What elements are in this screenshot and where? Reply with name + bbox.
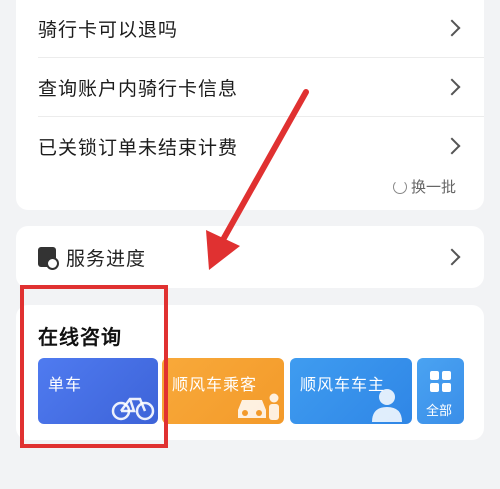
faq-item-billing[interactable]: 已关锁订单未结束计费 bbox=[16, 117, 484, 175]
faq-item-card-info[interactable]: 查询账户内骑行卡信息 bbox=[16, 58, 484, 116]
faq-item-label: 已关锁订单未结束计费 bbox=[38, 136, 239, 159]
faq-item-label: 骑行卡可以退吗 bbox=[38, 18, 179, 41]
document-icon bbox=[38, 247, 59, 270]
faq-item-label: 查询账户内骑行卡信息 bbox=[38, 77, 239, 100]
service-progress-row[interactable]: 服务进度 bbox=[16, 226, 484, 288]
faq-card: 骑行卡可以退吗 查询账户内骑行卡信息 已关锁订单未结束计费 换一批 bbox=[16, 0, 484, 210]
service-progress-label: 服务进度 bbox=[66, 248, 147, 270]
chevron-right-icon bbox=[443, 19, 461, 37]
tile-carpool-passenger[interactable]: 顺风车乘客 bbox=[162, 358, 284, 424]
grid-icon bbox=[430, 371, 452, 393]
chevron-right-icon bbox=[443, 78, 461, 96]
person-icon bbox=[372, 389, 402, 422]
chevron-right-icon bbox=[443, 248, 461, 266]
annotation-highlight-box bbox=[20, 285, 168, 448]
refresh-label: 换一批 bbox=[410, 178, 456, 196]
car-passenger-icon bbox=[238, 393, 279, 420]
tile-label: 全部 bbox=[426, 404, 453, 419]
refresh-button[interactable]: 换一批 bbox=[392, 176, 456, 197]
tile-carpool-driver[interactable]: 顺风车车主 bbox=[290, 358, 412, 424]
faq-item-card-refund[interactable]: 骑行卡可以退吗 bbox=[16, 0, 484, 57]
tile-all[interactable]: 全部 bbox=[417, 358, 464, 424]
chevron-right-icon bbox=[443, 137, 461, 155]
refresh-icon bbox=[392, 179, 407, 194]
